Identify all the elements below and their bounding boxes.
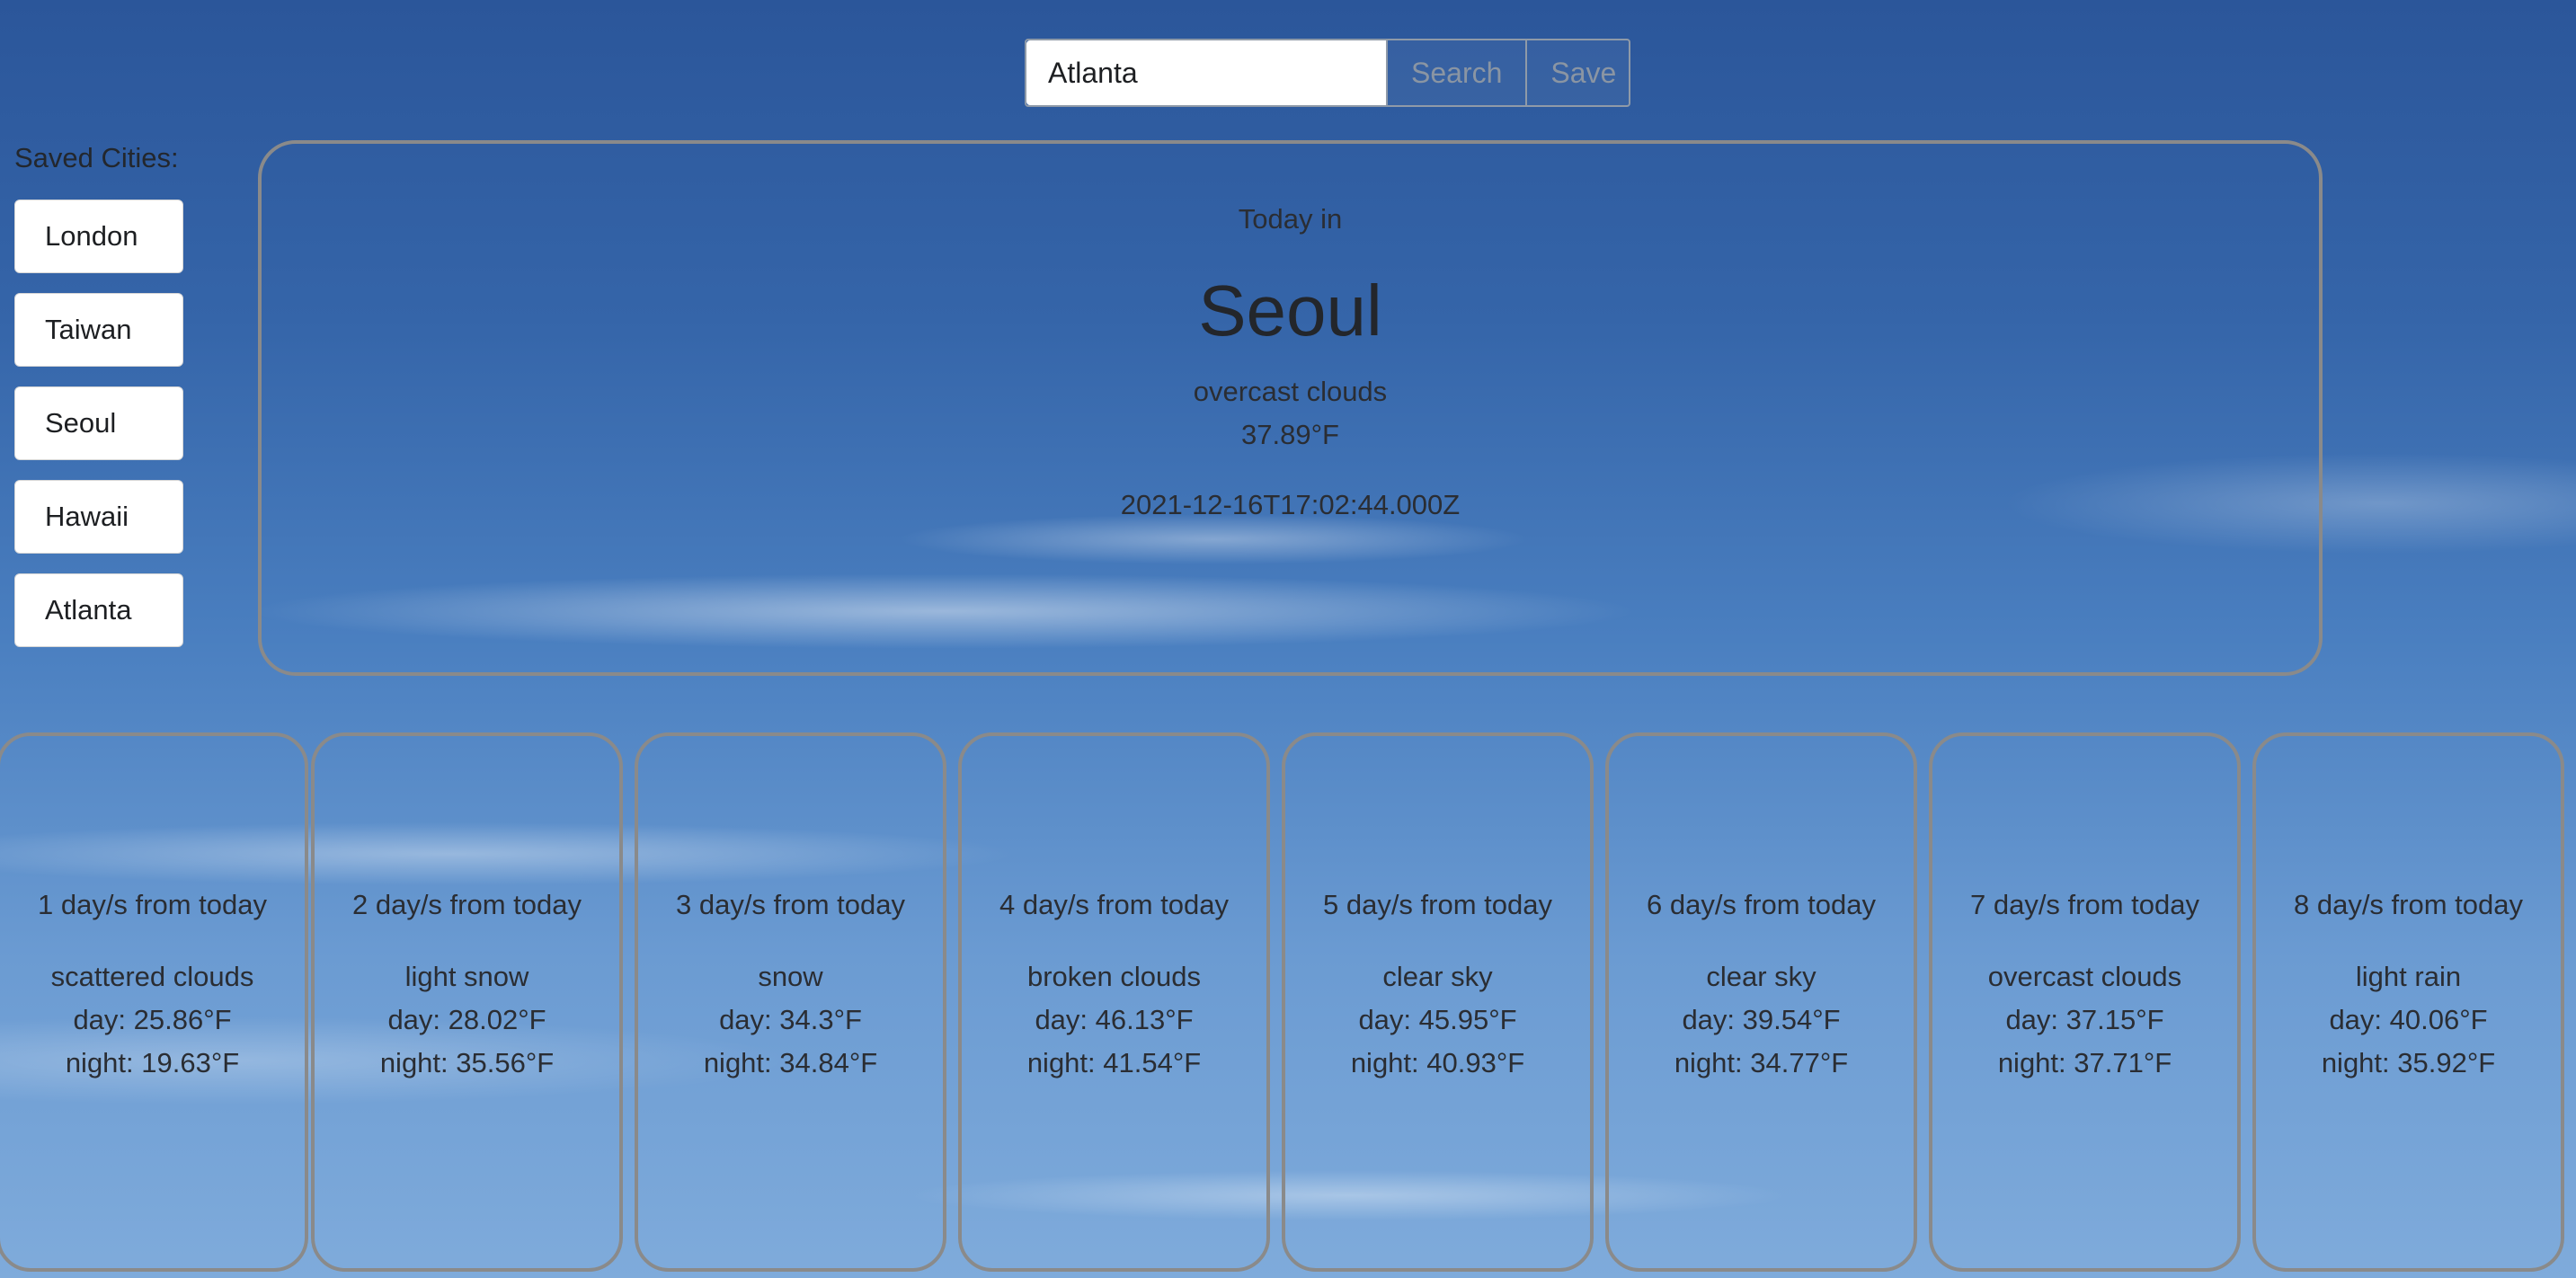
- forecast-card-day-4: 4 day/s from today broken clouds day: 46…: [958, 732, 1270, 1272]
- forecast-description: clear sky: [1706, 961, 1817, 992]
- forecast-day-temp: day: 37.15°F: [2005, 1004, 2164, 1035]
- today-city-name: Seoul: [1198, 271, 1382, 351]
- forecast-days-from-today: 5 day/s from today: [1322, 889, 1552, 920]
- forecast-night-temp: night: 40.93°F: [1350, 1047, 1525, 1078]
- search-bar: Search Save: [1025, 39, 1630, 107]
- today-temperature: 37.89°F: [1241, 419, 1339, 450]
- save-button[interactable]: Save: [1525, 40, 1639, 105]
- forecast-night-temp: night: 35.56°F: [379, 1047, 555, 1078]
- saved-city-button-hawaii[interactable]: Hawaii: [14, 480, 183, 554]
- forecast-card-day-3: 3 day/s from today snow day: 34.3°F nigh…: [635, 732, 946, 1272]
- today-timestamp: 2021-12-16T17:02:44.000Z: [1120, 489, 1461, 520]
- forecast-night-temp: night: 34.77°F: [1674, 1047, 1849, 1078]
- saved-city-button-taiwan[interactable]: Taiwan: [14, 293, 183, 367]
- forecast-day-temp: day: 40.06°F: [2329, 1004, 2488, 1035]
- city-search-input[interactable]: [1026, 40, 1386, 105]
- forecast-night-temp: night: 41.54°F: [1026, 1047, 1202, 1078]
- forecast-description: broken clouds: [1026, 961, 1201, 992]
- forecast-days-from-today: 4 day/s from today: [999, 889, 1229, 920]
- saved-city-button-london[interactable]: London: [14, 200, 183, 273]
- forecast-description: light rain: [2355, 961, 2462, 992]
- forecast-day-temp: day: 45.95°F: [1358, 1004, 1517, 1035]
- forecast-description: clear sky: [1382, 961, 1493, 992]
- today-weather-card: Today in Seoul overcast clouds 37.89°F 2…: [258, 140, 2323, 676]
- forecast-card-day-7: 7 day/s from today overcast clouds day: …: [1929, 732, 2241, 1272]
- forecast-day-temp: day: 34.3°F: [719, 1004, 862, 1035]
- forecast-day-temp: day: 25.86°F: [73, 1004, 232, 1035]
- forecast-description: scattered clouds: [50, 961, 254, 992]
- today-label: Today in: [1238, 203, 1343, 235]
- forecast-night-temp: night: 35.92°F: [2321, 1047, 2496, 1078]
- forecast-card-day-6: 6 day/s from today clear sky day: 39.54°…: [1605, 732, 1917, 1272]
- forecast-description: overcast clouds: [1987, 961, 2182, 992]
- forecast-days-from-today: 7 day/s from today: [1969, 889, 2199, 920]
- forecast-night-temp: night: 19.63°F: [65, 1047, 240, 1078]
- search-button[interactable]: Search: [1386, 40, 1525, 105]
- today-description: overcast clouds: [1193, 376, 1388, 407]
- forecast-days-from-today: 2 day/s from today: [351, 889, 582, 920]
- forecast-description: light snow: [404, 961, 529, 992]
- forecast-day-temp: day: 46.13°F: [1035, 1004, 1194, 1035]
- forecast-days-from-today: 8 day/s from today: [2293, 889, 2523, 920]
- saved-city-button-seoul[interactable]: Seoul: [14, 386, 183, 460]
- forecast-description: snow: [758, 961, 823, 992]
- forecast-card-day-8: 8 day/s from today light rain day: 40.06…: [2252, 732, 2564, 1272]
- saved-cities-label: Saved Cities:: [14, 142, 179, 173]
- forecast-card-day-1: 1 day/s from today scattered clouds day:…: [0, 732, 308, 1272]
- forecast-night-temp: night: 37.71°F: [1997, 1047, 2172, 1078]
- forecast-night-temp: night: 34.84°F: [703, 1047, 878, 1078]
- forecast-days-from-today: 6 day/s from today: [1646, 889, 1876, 920]
- saved-city-button-atlanta[interactable]: Atlanta: [14, 573, 183, 647]
- forecast-days-from-today: 1 day/s from today: [37, 889, 267, 920]
- forecast-day-temp: day: 39.54°F: [1682, 1004, 1841, 1035]
- forecast-days-from-today: 3 day/s from today: [675, 889, 905, 920]
- forecast-day-temp: day: 28.02°F: [387, 1004, 546, 1035]
- forecast-card-day-5: 5 day/s from today clear sky day: 45.95°…: [1282, 732, 1594, 1272]
- weather-app: Search Save Saved Cities: London Taiwan …: [0, 0, 2576, 1278]
- forecast-card-day-2: 2 day/s from today light snow day: 28.02…: [311, 732, 623, 1272]
